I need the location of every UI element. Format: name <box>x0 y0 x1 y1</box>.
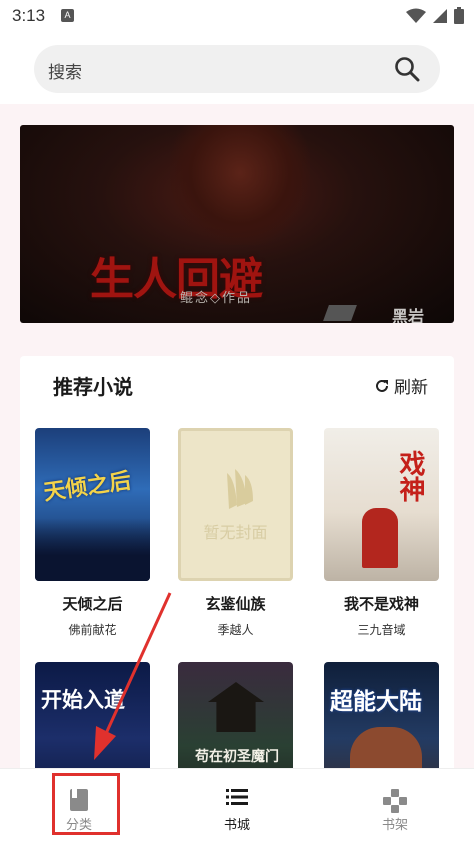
cover-text: 戏神 <box>395 450 425 502</box>
book-card[interactable]: 戏神 我不是戏神 三九音域 <box>324 428 439 637</box>
recommend-panel: 推荐小说 刷新 天倾之后 天倾之后 佛前献花 暂无封面 玄鉴仙族 季越人 戏神 <box>20 356 454 815</box>
recommend-title: 推荐小说 <box>53 375 133 399</box>
refresh-icon <box>376 379 388 392</box>
gamepad-icon <box>383 789 407 813</box>
nav-label: 书架 <box>381 818 408 833</box>
cover-text: 开始入道 <box>41 687 125 712</box>
status-icons <box>406 7 464 24</box>
cover-text: 苟在初圣魔门 <box>195 749 279 765</box>
search-area: 搜索 <box>0 34 474 104</box>
cover-text: 天倾之后 <box>41 467 133 506</box>
nav-item-bookshelf[interactable]: 书架 <box>335 769 455 839</box>
search-input[interactable]: 搜索 <box>34 45 440 93</box>
banner-subtitle: 鲲念◇作品 <box>180 291 252 306</box>
book-title: 玄鉴仙族 <box>205 595 266 613</box>
book-author: 佛前献花 <box>68 623 117 637</box>
book-card[interactable]: 暂无封面 玄鉴仙族 季越人 <box>178 428 293 637</box>
annotation-highlight-box <box>52 773 120 835</box>
book-title: 天倾之后 <box>62 595 123 613</box>
battery-icon <box>454 7 464 24</box>
status-time: 3:13 <box>12 6 46 25</box>
cover-text: 暂无封面 <box>203 523 268 542</box>
book-cover: 天倾之后 <box>35 428 150 581</box>
status-bar: 3:13 A <box>0 0 474 34</box>
placeholder-book-icon <box>227 469 253 509</box>
publisher-logo-icon <box>323 305 357 321</box>
promo-banner[interactable]: 生人回避 鲲念◇作品 黑岩 <box>20 125 454 323</box>
wifi-icon <box>406 8 426 23</box>
cover-text: 超能大陆 <box>330 688 422 715</box>
nav-item-bookstore[interactable]: 书城 <box>177 769 297 839</box>
refresh-label: 刷新 <box>394 378 428 398</box>
book-author: 季越人 <box>217 623 254 637</box>
list-icon <box>226 789 248 805</box>
banner-figure <box>170 125 310 245</box>
refresh-button[interactable]: 刷新 <box>374 373 428 398</box>
signal-icon <box>433 8 447 23</box>
search-icon[interactable] <box>394 56 420 82</box>
book-cover: 暂无封面 <box>178 428 293 581</box>
notification-badge: A <box>61 9 74 22</box>
book-title: 我不是戏神 <box>343 595 419 613</box>
banner-publisher: 黑岩 <box>391 307 424 323</box>
book-card[interactable]: 天倾之后 天倾之后 佛前献花 <box>35 428 150 637</box>
book-author: 三九音域 <box>357 623 406 637</box>
nav-label: 书城 <box>223 818 250 833</box>
book-cover: 戏神 <box>324 428 439 581</box>
search-placeholder: 搜索 <box>48 63 82 83</box>
